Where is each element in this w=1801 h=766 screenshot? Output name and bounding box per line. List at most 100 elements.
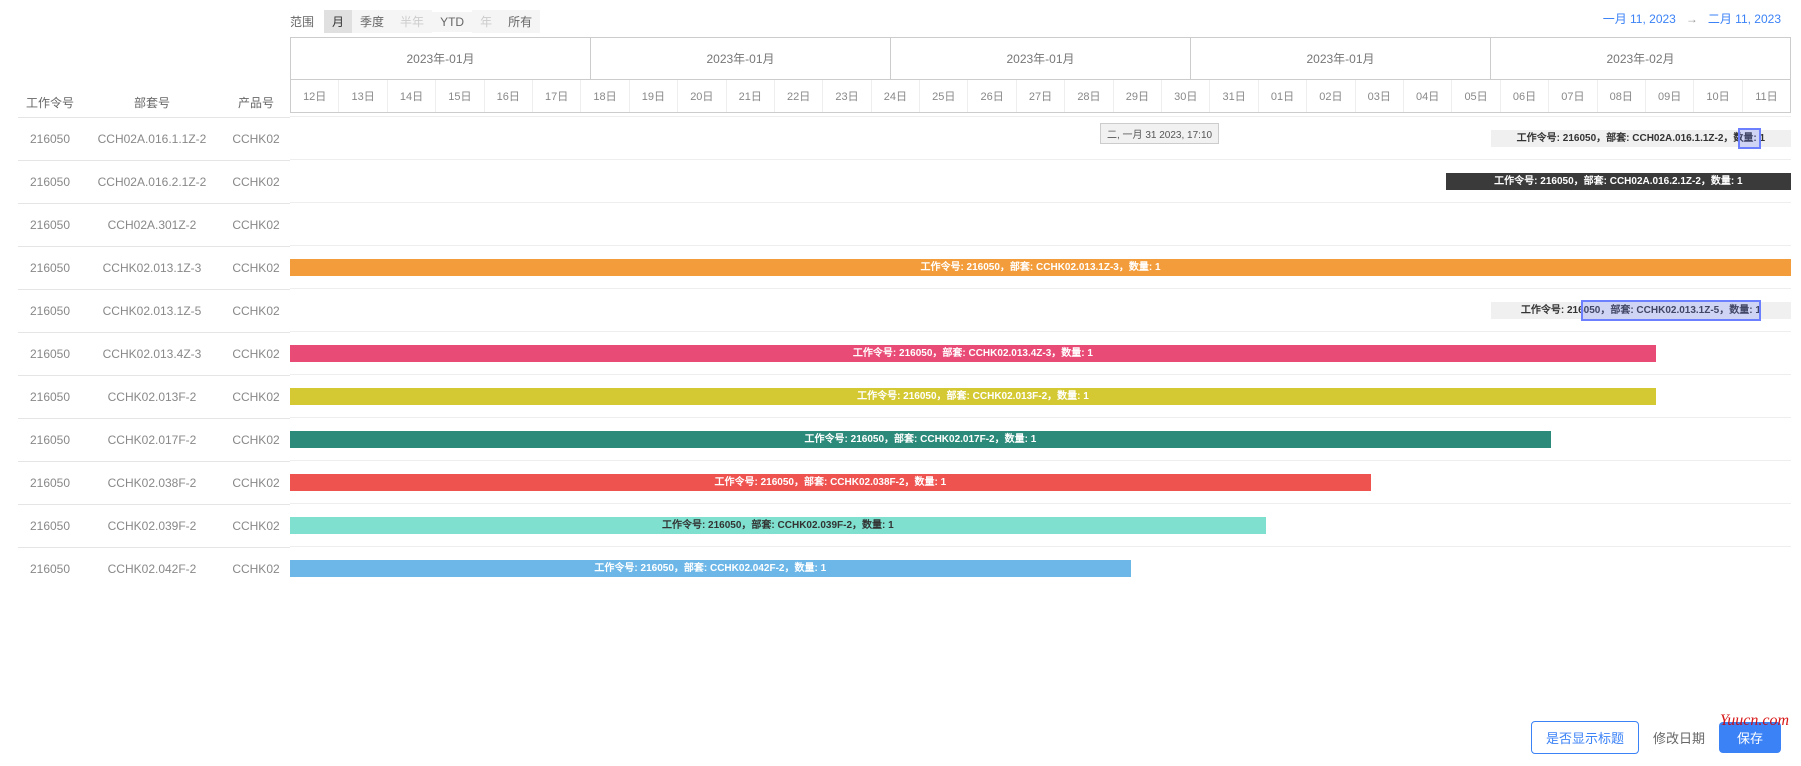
day-cell: 27日 [1017,80,1065,112]
show-title-button[interactable]: 是否显示标题 [1531,721,1639,754]
cell-part: CCHK02.013F-2 [82,376,222,419]
day-cell: 17日 [533,80,581,112]
gantt-row[interactable]: 工作令号: 216050，部套: CCHK02.039F-2，数量: 1 [290,503,1791,546]
gantt-row[interactable]: 工作令号: 216050，部套: CCHK02.013.4Z-3，数量: 1 [290,331,1791,374]
gantt-bar[interactable]: 工作令号: 216050，部套: CCHK02.013.1Z-3，数量: 1 [290,259,1791,276]
cell-part: CCHK02.038F-2 [82,462,222,505]
gantt-row[interactable]: 工作令号: 216050，部套: CCHK02.013.1Z-5，数量: 1 [290,288,1791,331]
modify-date-label[interactable]: 修改日期 [1653,728,1705,747]
cell-product: CCHK02 [222,505,290,548]
day-cell: 09日 [1646,80,1694,112]
day-cell: 01日 [1259,80,1307,112]
gantt-row[interactable]: 工作令号: 216050，部套: CCHK02.013.1Z-3，数量: 1 [290,245,1791,288]
gantt-bar[interactable]: 工作令号: 216050，部套: CCHK02.013.4Z-3，数量: 1 [290,345,1656,362]
month-cell: 2023年-01月 [891,38,1191,79]
cell-product: CCHK02 [222,247,290,290]
gantt-row[interactable]: 工作令号: 216050，部套: CCHK02.017F-2，数量: 1 [290,417,1791,460]
day-cell: 24日 [872,80,920,112]
cell-product: CCHK02 [222,462,290,505]
day-cell: 16日 [485,80,533,112]
day-cell: 31日 [1210,80,1258,112]
day-cell: 02日 [1307,80,1355,112]
table-row: 216050CCHK02.013F-2CCHK02 [18,376,290,419]
gantt-bar[interactable]: 工作令号: 216050，部套: CCH02A.016.1.1Z-2，数量: 1 [1491,130,1791,147]
table-row: 216050CCHK02.042F-2CCHK02 [18,548,290,591]
day-cell: 29日 [1114,80,1162,112]
col-product-header: 产品号 [222,94,290,118]
cell-product: CCHK02 [222,161,290,204]
table-row: 216050CCHK02.039F-2CCHK02 [18,505,290,548]
cell-product: CCHK02 [222,376,290,419]
gantt-row[interactable]: 工作令号: 216050，部套: CCHK02.042F-2，数量: 1 [290,546,1791,589]
table-row: 216050CCH02A.301Z-2CCHK02 [18,204,290,247]
gantt-row[interactable] [290,202,1791,245]
cell-work: 216050 [18,247,82,290]
gantt-bar[interactable]: 工作令号: 216050，部套: CCHK02.013.1Z-5，数量: 1 [1491,302,1791,319]
day-cell: 05日 [1452,80,1500,112]
cell-product: CCHK02 [222,548,290,591]
range-label: 范围 [290,13,314,30]
gantt-row[interactable]: 工作令号: 216050，部套: CCH02A.016.2.1Z-2，数量: 1 [290,159,1791,202]
cell-product: CCHK02 [222,419,290,462]
tooltip: 二, 一月 31 2023, 17:10 [1100,123,1219,144]
range-btn-所有[interactable]: 所有 [500,10,540,33]
cell-work: 216050 [18,462,82,505]
row-headers-table: 工作令号 部套号 产品号 216050CCH02A.016.1.1Z-2CCHK… [18,94,290,591]
day-cell: 20日 [678,80,726,112]
cell-product: CCHK02 [222,290,290,333]
range-btn-YTD[interactable]: YTD [432,12,472,32]
gantt-row[interactable]: 工作令号: 216050，部套: CCHK02.013F-2，数量: 1 [290,374,1791,417]
day-cell: 19日 [630,80,678,112]
gantt-area[interactable]: 二, 一月 31 2023, 17:10 工作令号: 216050，部套: CCH… [290,116,1791,589]
gantt-bar[interactable]: 工作令号: 216050，部套: CCHK02.039F-2，数量: 1 [290,517,1266,534]
cell-work: 216050 [18,333,82,376]
range-toolbar: 范围 月季度半年YTD年所有 [290,10,540,33]
day-cell: 08日 [1598,80,1646,112]
cell-part: CCHK02.039F-2 [82,505,222,548]
cell-part: CCHK02.017F-2 [82,419,222,462]
table-row: 216050CCHK02.038F-2CCHK02 [18,462,290,505]
gantt-bar[interactable]: 工作令号: 216050，部套: CCH02A.016.2.1Z-2，数量: 1 [1446,173,1791,190]
gantt-bar[interactable]: 工作令号: 216050，部套: CCHK02.038F-2，数量: 1 [290,474,1371,491]
gantt-row[interactable]: 二, 一月 31 2023, 17:10 工作令号: 216050，部套: CCH… [290,116,1791,159]
range-btn-年: 年 [472,10,500,33]
gantt-bar[interactable]: 工作令号: 216050，部套: CCHK02.042F-2，数量: 1 [290,560,1131,577]
gantt-row[interactable]: 工作令号: 216050，部套: CCHK02.038F-2，数量: 1 [290,460,1791,503]
month-cell: 2023年-01月 [291,38,591,79]
day-cell: 11日 [1743,80,1790,112]
day-cell: 21日 [727,80,775,112]
cell-work: 216050 [18,118,82,161]
date-from[interactable]: 一月 11, 2023 [1603,10,1676,27]
cell-part: CCHK02.013.1Z-5 [82,290,222,333]
cell-work: 216050 [18,548,82,591]
col-part-header: 部套号 [82,94,222,118]
cell-part: CCH02A.016.2.1Z-2 [82,161,222,204]
cell-product: CCHK02 [222,204,290,247]
arrow-right-icon: → [1686,12,1698,26]
month-cell: 2023年-01月 [1191,38,1491,79]
table-row: 216050CCH02A.016.1.1Z-2CCHK02 [18,118,290,161]
range-btn-月[interactable]: 月 [324,10,352,33]
timeline-header: 2023年-01月2023年-01月2023年-01月2023年-01月2023… [290,37,1791,113]
date-to[interactable]: 二月 11, 2023 [1708,10,1781,27]
cell-product: CCHK02 [222,118,290,161]
table-row: 216050CCHK02.017F-2CCHK02 [18,419,290,462]
cell-work: 216050 [18,290,82,333]
day-cell: 30日 [1162,80,1210,112]
table-row: 216050CCHK02.013.1Z-5CCHK02 [18,290,290,333]
day-cell: 04日 [1404,80,1452,112]
gantt-bar[interactable]: 工作令号: 216050，部套: CCHK02.013F-2，数量: 1 [290,388,1656,405]
day-cell: 18日 [581,80,629,112]
day-cell: 14日 [388,80,436,112]
cell-part: CCHK02.013.4Z-3 [82,333,222,376]
cell-part: CCH02A.016.1.1Z-2 [82,118,222,161]
day-cell: 10日 [1694,80,1742,112]
day-cell: 07日 [1549,80,1597,112]
range-btn-季度[interactable]: 季度 [352,10,392,33]
table-row: 216050CCHK02.013.1Z-3CCHK02 [18,247,290,290]
cell-work: 216050 [18,419,82,462]
day-cell: 22日 [775,80,823,112]
day-cell: 26日 [968,80,1016,112]
gantt-bar[interactable]: 工作令号: 216050，部套: CCHK02.017F-2，数量: 1 [290,431,1551,448]
day-cell: 12日 [291,80,339,112]
